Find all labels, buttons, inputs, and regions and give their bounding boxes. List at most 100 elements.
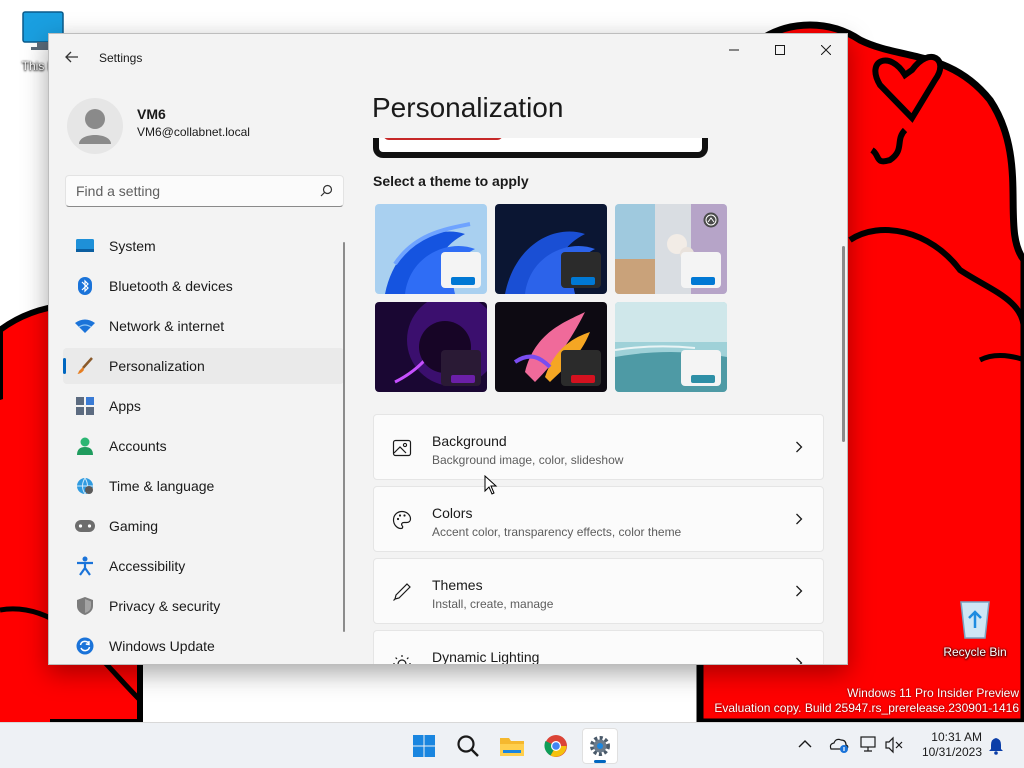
network-icon[interactable] (860, 736, 880, 754)
content-scrollbar[interactable] (842, 246, 845, 442)
pen-icon (393, 583, 411, 601)
sidebar-item-network[interactable]: Network & internet (63, 308, 344, 344)
back-arrow-icon (65, 51, 78, 63)
chevron-right-icon (796, 657, 803, 664)
chevron-right-icon (796, 513, 803, 525)
recycle-bin-label: Recycle Bin (943, 645, 1007, 659)
theme-accent-swatch (691, 277, 715, 285)
taskbar: 10:31 AM 10/31/2023 (0, 722, 1024, 768)
gamepad-icon (75, 516, 95, 536)
sidebar-item-system[interactable]: System (63, 228, 344, 264)
themes-heading: Select a theme to apply (373, 173, 529, 189)
sidebar-item-time-language[interactable]: Time & language (63, 468, 344, 504)
shield-icon (75, 596, 95, 616)
sidebar-item-label: Network & internet (109, 318, 225, 334)
search-input[interactable] (66, 176, 296, 206)
settings-taskbar-button[interactable] (582, 728, 618, 764)
sidebar-item-bluetooth[interactable]: Bluetooth & devices (63, 268, 344, 304)
colors-card[interactable]: Colors Accent color, transparency effect… (373, 486, 824, 552)
theme-tile-captured-motion[interactable] (495, 302, 607, 392)
avatar[interactable] (67, 98, 123, 154)
windows-start-icon (413, 735, 435, 757)
show-hidden-icons-chevron-up-icon[interactable] (798, 739, 812, 749)
recycle-bin-desktop-icon[interactable]: Recycle Bin (940, 596, 1010, 659)
onedrive-status-icon[interactable] (828, 736, 850, 754)
sidebar-item-privacy[interactable]: Privacy & security (63, 588, 344, 624)
theme-tile-glow[interactable] (375, 302, 487, 392)
user-avatar-icon (79, 109, 111, 144)
search-icon[interactable] (320, 184, 333, 197)
palette-icon (392, 510, 412, 530)
update-icon (75, 636, 95, 656)
apps-icon (75, 396, 95, 416)
profile-email: VM6@collabnet.local (137, 125, 250, 139)
card-subtitle: Background image, color, slideshow (432, 453, 624, 467)
settings-icon (590, 736, 610, 756)
sidebar-item-label: Time & language (109, 478, 215, 494)
sidebar-item-label: Personalization (109, 358, 205, 374)
dynamic-lighting-card[interactable]: Dynamic Lighting (373, 630, 824, 665)
sidebar-item-accessibility[interactable]: Accessibility (63, 548, 344, 584)
settings-cards: Background Background image, color, slid… (373, 414, 824, 665)
theme-accent-swatch (451, 375, 475, 383)
mouse-cursor-icon (484, 475, 498, 495)
notification-bell-icon[interactable] (988, 737, 1004, 755)
wifi-icon (75, 316, 95, 336)
theme-accent-swatch (451, 277, 475, 285)
sidebar-item-windows-update[interactable]: Windows Update (63, 628, 344, 664)
theme-tile-windows-light[interactable] (375, 204, 487, 294)
window-title: Settings (99, 51, 143, 65)
taskbar-clock[interactable]: 10:31 AM 10/31/2023 (922, 730, 982, 760)
theme-tile-windows-spotlight[interactable] (615, 204, 727, 294)
card-subtitle: Install, create, manage (432, 597, 554, 611)
brush-icon (75, 356, 95, 376)
sidebar-item-label: Gaming (109, 518, 159, 534)
maximize-button[interactable] (757, 34, 803, 66)
sidebar-item-label: Apps (109, 398, 141, 414)
close-button[interactable] (803, 34, 847, 66)
chrome-button[interactable] (538, 728, 574, 764)
file-explorer-button[interactable] (494, 728, 530, 764)
sidebar-item-gaming[interactable]: Gaming (63, 508, 344, 544)
search-box (65, 175, 344, 207)
clock-time: 10:31 AM (931, 730, 982, 744)
back-button[interactable] (59, 48, 85, 70)
accessibility-icon (75, 556, 95, 576)
watermark-build: Evaluation copy. Build 25947.rs_prerelea… (714, 701, 1019, 715)
volume-muted-icon[interactable] (884, 736, 904, 754)
chevron-right-icon (796, 441, 803, 453)
maximize-icon (775, 45, 785, 55)
background-card[interactable]: Background Background image, color, slid… (373, 414, 824, 480)
card-title: Background (432, 433, 507, 449)
minimize-button[interactable] (711, 34, 757, 66)
account-icon (75, 436, 95, 456)
themes-card[interactable]: Themes Install, create, manage (373, 558, 824, 624)
theme-tile-windows-dark[interactable] (495, 204, 607, 294)
globe-clock-icon (75, 476, 95, 496)
sidebar-item-label: System (109, 238, 156, 254)
sidebar-item-label: Accessibility (109, 558, 186, 574)
system-icon (75, 236, 95, 256)
sidebar-item-personalization[interactable]: Personalization (63, 348, 344, 384)
start-button[interactable] (406, 728, 442, 764)
title-bar: Settings (49, 34, 847, 82)
taskbar-search-button[interactable] (450, 728, 486, 764)
profile-name: VM6 (137, 106, 166, 122)
clock-date: 10/31/2023 (921, 745, 982, 759)
settings-window: Settings VM6 VM6@collabnet.local Find a … (48, 33, 848, 665)
minimize-icon (729, 49, 739, 51)
page-title: Personalization (372, 92, 564, 123)
sidebar-item-accounts[interactable]: Accounts (63, 428, 344, 464)
sidebar-item-apps[interactable]: Apps (63, 388, 344, 424)
theme-accent-swatch (571, 375, 595, 383)
bluetooth-icon (75, 276, 95, 296)
card-title: Dynamic Lighting (432, 649, 540, 665)
card-subtitle: Accent color, transparency effects, colo… (432, 525, 682, 539)
theme-tile-flow[interactable] (615, 302, 727, 392)
sidebar-item-label: Windows Update (109, 638, 215, 654)
sidebar-item-label: Accounts (109, 438, 167, 454)
chrome-icon (544, 735, 567, 757)
sidebar-scrollbar[interactable] (343, 242, 345, 632)
card-title: Colors (432, 505, 473, 521)
file-explorer-icon (500, 738, 524, 756)
